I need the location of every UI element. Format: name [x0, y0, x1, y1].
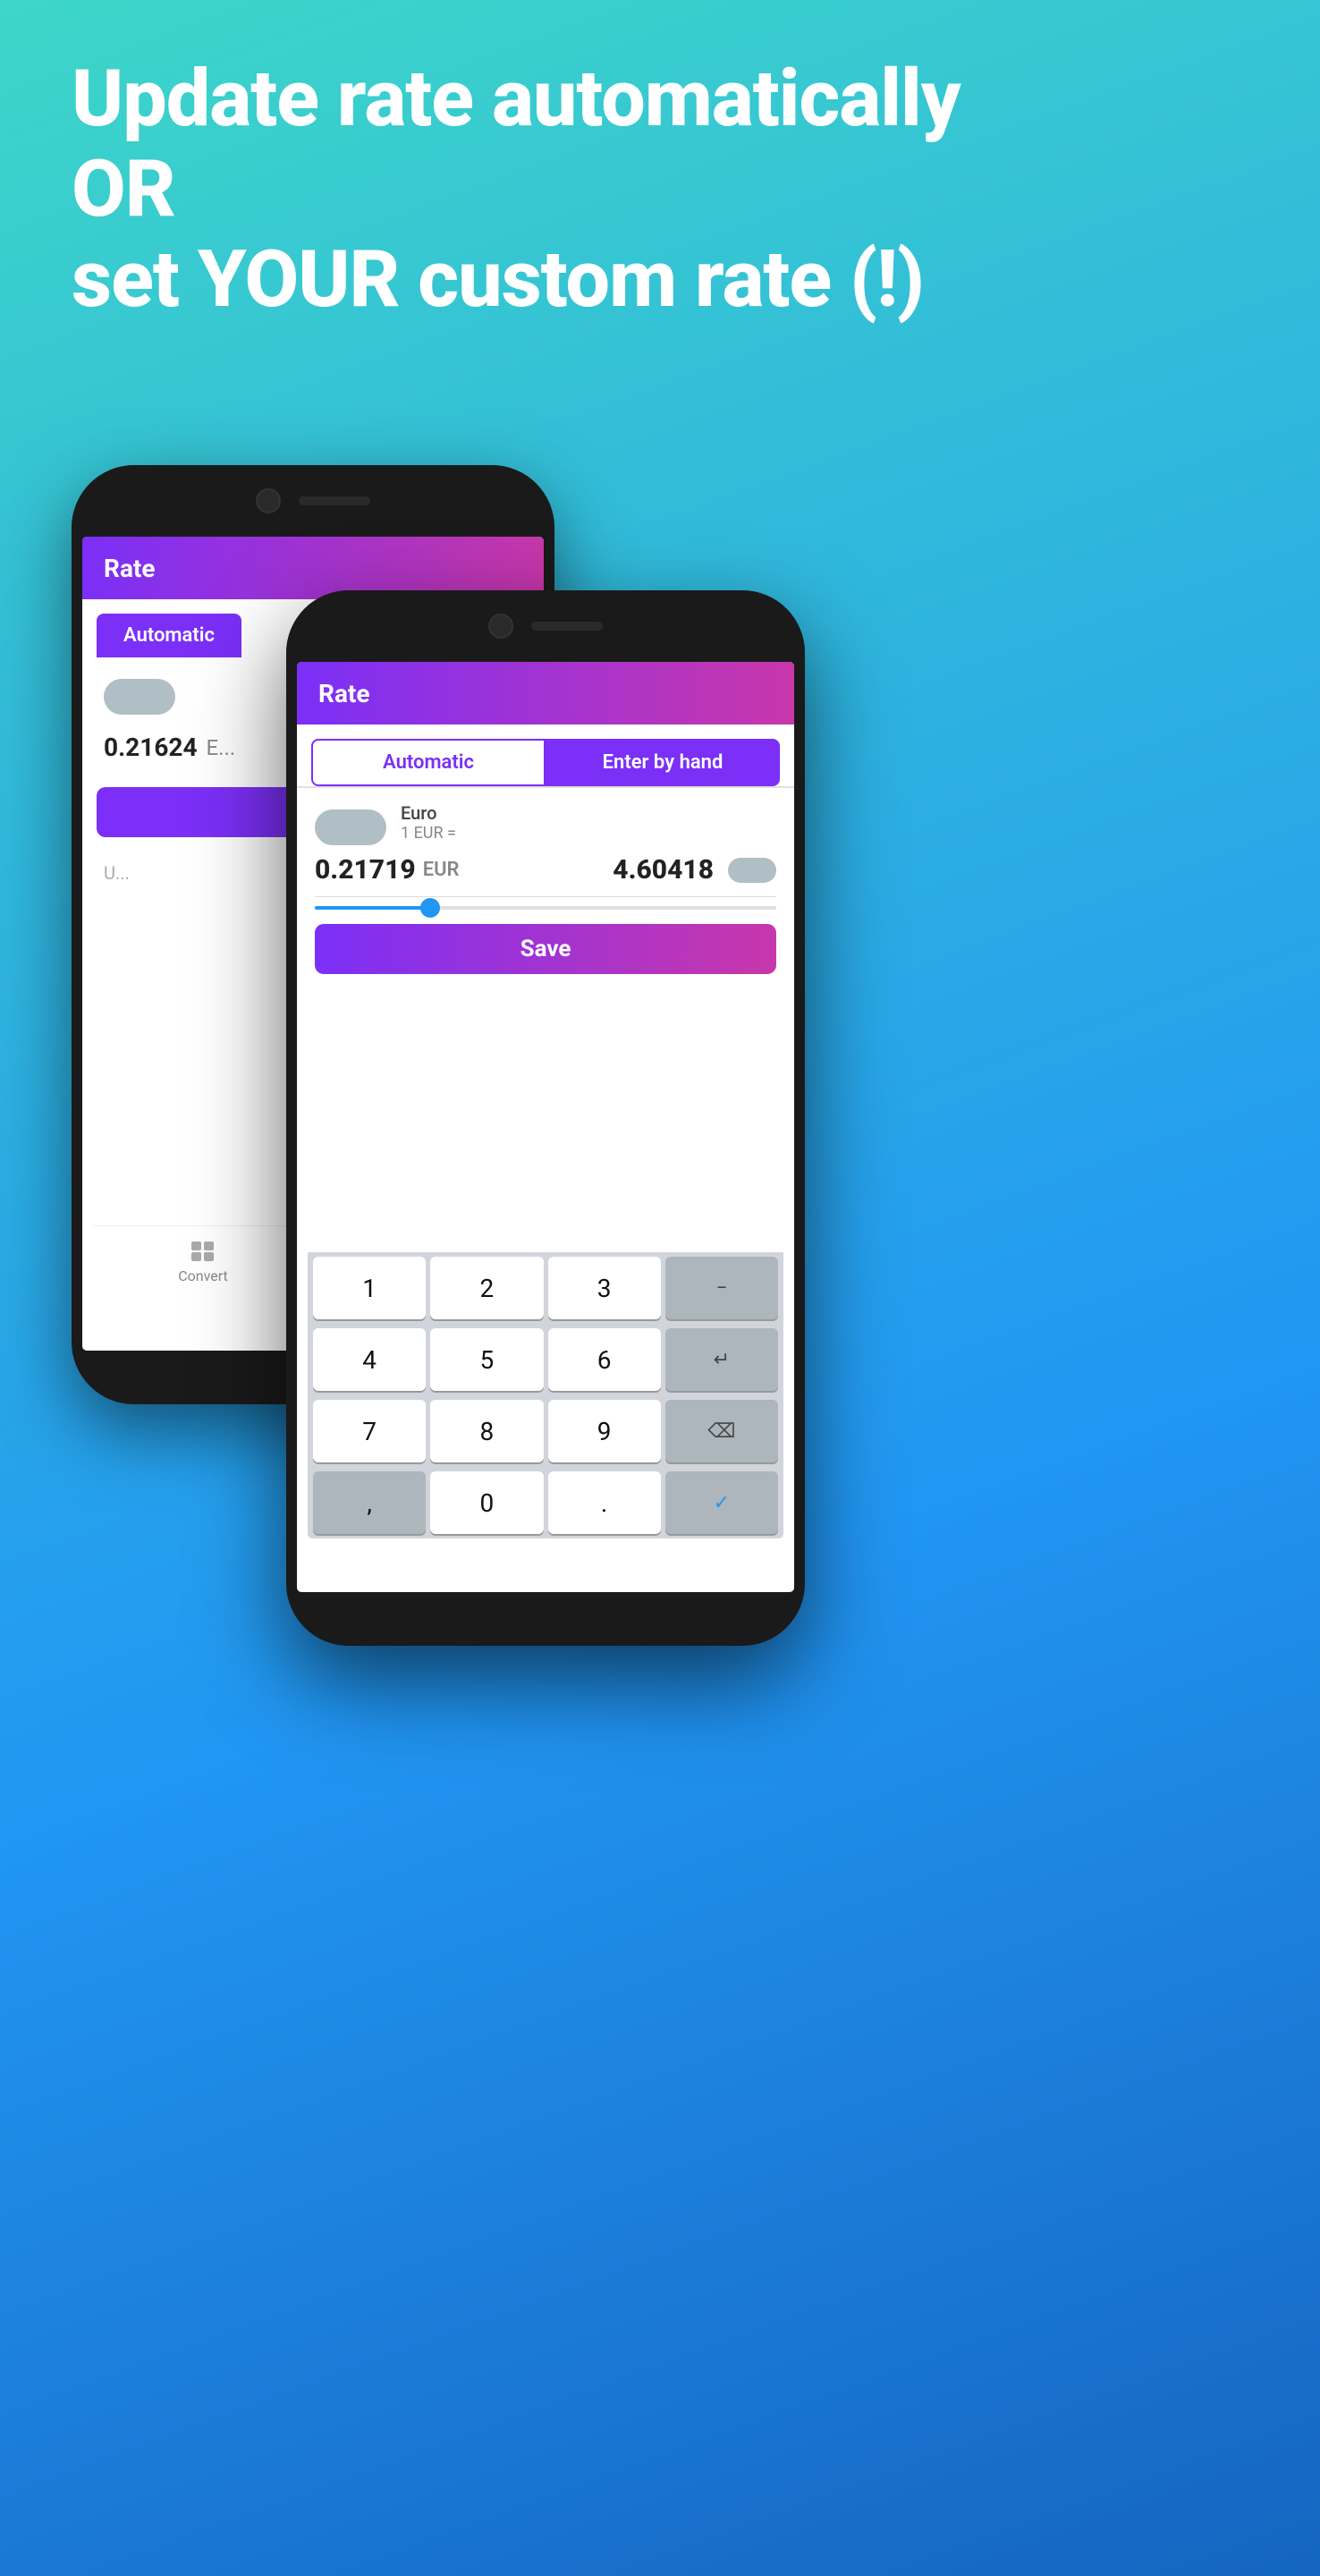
front-toggle[interactable] — [315, 809, 386, 845]
key-6[interactable]: 6 — [548, 1328, 661, 1391]
back-toggle[interactable] — [104, 679, 175, 715]
key-9[interactable]: 9 — [548, 1400, 661, 1462]
hero-text: Update rate automatically OR set YOUR cu… — [72, 54, 1248, 326]
front-save-button[interactable]: Save — [315, 924, 776, 974]
front-rate-currency: EUR — [423, 859, 460, 881]
front-slider-row — [315, 906, 776, 910]
speaker-back — [299, 496, 370, 505]
keyboard-row-2: 4 5 6 ↵ — [308, 1324, 783, 1395]
hero-line3: set YOUR custom rate (!) — [72, 234, 1248, 325]
key-3[interactable]: 3 — [548, 1257, 661, 1319]
key-7[interactable]: 7 — [313, 1400, 426, 1462]
tab-enter-by-hand[interactable]: Enter by hand — [546, 739, 780, 786]
keyboard-row-1: 1 2 3 − — [308, 1252, 783, 1324]
speaker-front — [531, 622, 603, 631]
front-euro-info: Euro 1 EUR = — [401, 802, 456, 843]
bottom-bar-front — [286, 1592, 805, 1646]
hero-line1: Update rate automatically — [72, 54, 1248, 144]
key-2[interactable]: 2 — [430, 1257, 543, 1319]
hero-line2: OR — [72, 144, 1248, 234]
front-save-label: Save — [520, 936, 571, 962]
phone-front: Rate Automatic Enter by hand Euro 1 EUR … — [286, 590, 805, 1646]
front-slider[interactable] — [315, 906, 776, 910]
camera-back — [256, 488, 281, 513]
tab-automatic[interactable]: Automatic — [311, 739, 546, 786]
key-dot[interactable]: . — [548, 1471, 661, 1534]
back-rate-value: 0.21624 — [104, 733, 198, 762]
front-toggle-small[interactable] — [728, 858, 776, 883]
back-header-title: Rate — [104, 554, 156, 583]
front-euro-sub: 1 EUR = — [401, 824, 456, 843]
keyboard-row-4: , 0 . ✓ — [308, 1467, 783, 1538]
front-slider-thumb — [420, 898, 440, 918]
front-header: Rate — [297, 662, 794, 724]
key-0[interactable]: 0 — [430, 1471, 543, 1534]
front-content: Euro 1 EUR = 0.21719 EUR 4.60418 Save — [297, 788, 794, 996]
front-rate-equals: 4.60418 — [613, 854, 714, 886]
key-4[interactable]: 4 — [313, 1328, 426, 1391]
keyboard: 1 2 3 − 4 5 6 ↵ 7 8 9 ⌫ , 0 . ✓ — [308, 1252, 783, 1538]
front-toggle-row: Euro 1 EUR = — [315, 802, 776, 845]
key-1[interactable]: 1 — [313, 1257, 426, 1319]
key-minus[interactable]: − — [665, 1257, 778, 1319]
back-nav-convert[interactable]: Convert — [93, 1226, 313, 1297]
back-nav-convert-label: Convert — [178, 1267, 228, 1284]
key-backspace[interactable]: ⌫ — [665, 1400, 778, 1462]
key-8[interactable]: 8 — [430, 1400, 543, 1462]
front-euro-label: Euro — [401, 802, 456, 824]
front-rate-value: 0.21719 — [315, 854, 416, 886]
key-comma[interactable]: , — [313, 1471, 426, 1534]
camera-front — [488, 614, 513, 639]
back-rate-currency: E... — [207, 735, 236, 760]
key-enter[interactable]: ↵ — [665, 1328, 778, 1391]
screen-front: Rate Automatic Enter by hand Euro 1 EUR … — [297, 662, 794, 1592]
front-tab-row: Automatic Enter by hand — [297, 724, 794, 788]
notch-bar-back — [72, 465, 554, 537]
back-tab-automatic[interactable]: Automatic — [97, 614, 241, 657]
front-slider-fill — [315, 906, 430, 910]
key-confirm[interactable]: ✓ — [665, 1471, 778, 1534]
keyboard-row-3: 7 8 9 ⌫ — [308, 1395, 783, 1467]
front-header-title: Rate — [318, 679, 370, 708]
grid-icon — [189, 1239, 217, 1264]
notch-bar-front — [286, 590, 805, 662]
key-5[interactable]: 5 — [430, 1328, 543, 1391]
front-rate-row: 0.21719 EUR 4.60418 — [315, 854, 776, 897]
